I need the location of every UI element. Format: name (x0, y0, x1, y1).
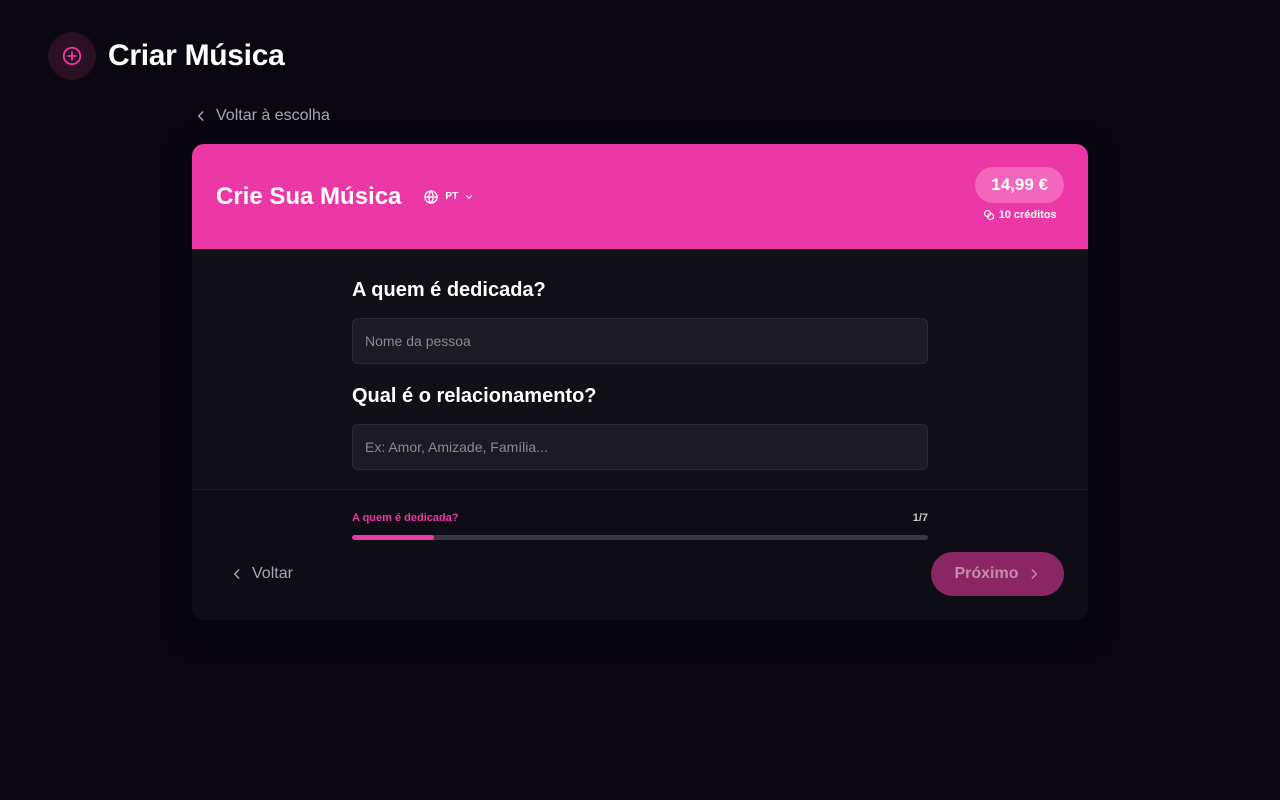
progress-bar-fill (352, 535, 435, 540)
chevron-left-icon (233, 569, 240, 579)
credits-info: 10 créditos (983, 209, 1057, 221)
relationship-input[interactable] (352, 424, 928, 470)
coins-icon (983, 210, 994, 220)
back-to-choice-link[interactable]: Voltar à escolha (194, 104, 330, 128)
page-header: Criar Música (48, 32, 285, 80)
page-title: Criar Música (108, 39, 285, 72)
plus-circle-icon (48, 32, 96, 80)
chevron-right-icon (1031, 569, 1037, 579)
price-badge: 14,99 € (975, 167, 1064, 203)
step-counter: 1/7 (912, 512, 928, 524)
current-step-label: A quem é dedicada? (352, 512, 459, 524)
form-body: A quem é dedicada? Qual é o relacionamen… (192, 249, 1088, 489)
language-code: PT (445, 191, 459, 202)
price-block: 14,99 € 10 créditos (975, 167, 1064, 221)
next-button-label: Próximo (954, 565, 1019, 582)
back-button[interactable]: Voltar (230, 562, 293, 586)
back-to-choice-label: Voltar à escolha (216, 107, 330, 124)
language-selector[interactable]: PT (423, 189, 474, 205)
recipient-label: A quem é dedicada? (352, 279, 546, 301)
card-footer: A quem é dedicada? 1/7 Voltar Próximo (192, 489, 1088, 620)
card-title: Crie Sua Música (216, 182, 402, 210)
recipient-name-input[interactable] (352, 318, 928, 364)
back-button-label: Voltar (252, 565, 293, 582)
relationship-label: Qual é o relacionamento? (352, 385, 597, 407)
next-button[interactable]: Próximo (931, 552, 1064, 596)
chevron-left-icon (197, 111, 204, 121)
chevron-down-icon (466, 194, 473, 199)
card-header: Crie Sua Música PT 14,99 € 10 créditos (192, 144, 1088, 249)
create-song-card: Crie Sua Música PT 14,99 € 10 créditos A… (192, 144, 1088, 620)
credits-label: 10 créditos (998, 209, 1057, 221)
globe-icon (424, 189, 439, 204)
progress-bar (352, 535, 928, 540)
create-music-page: Criar Música Voltar à escolha Crie Sua M… (0, 0, 1280, 800)
